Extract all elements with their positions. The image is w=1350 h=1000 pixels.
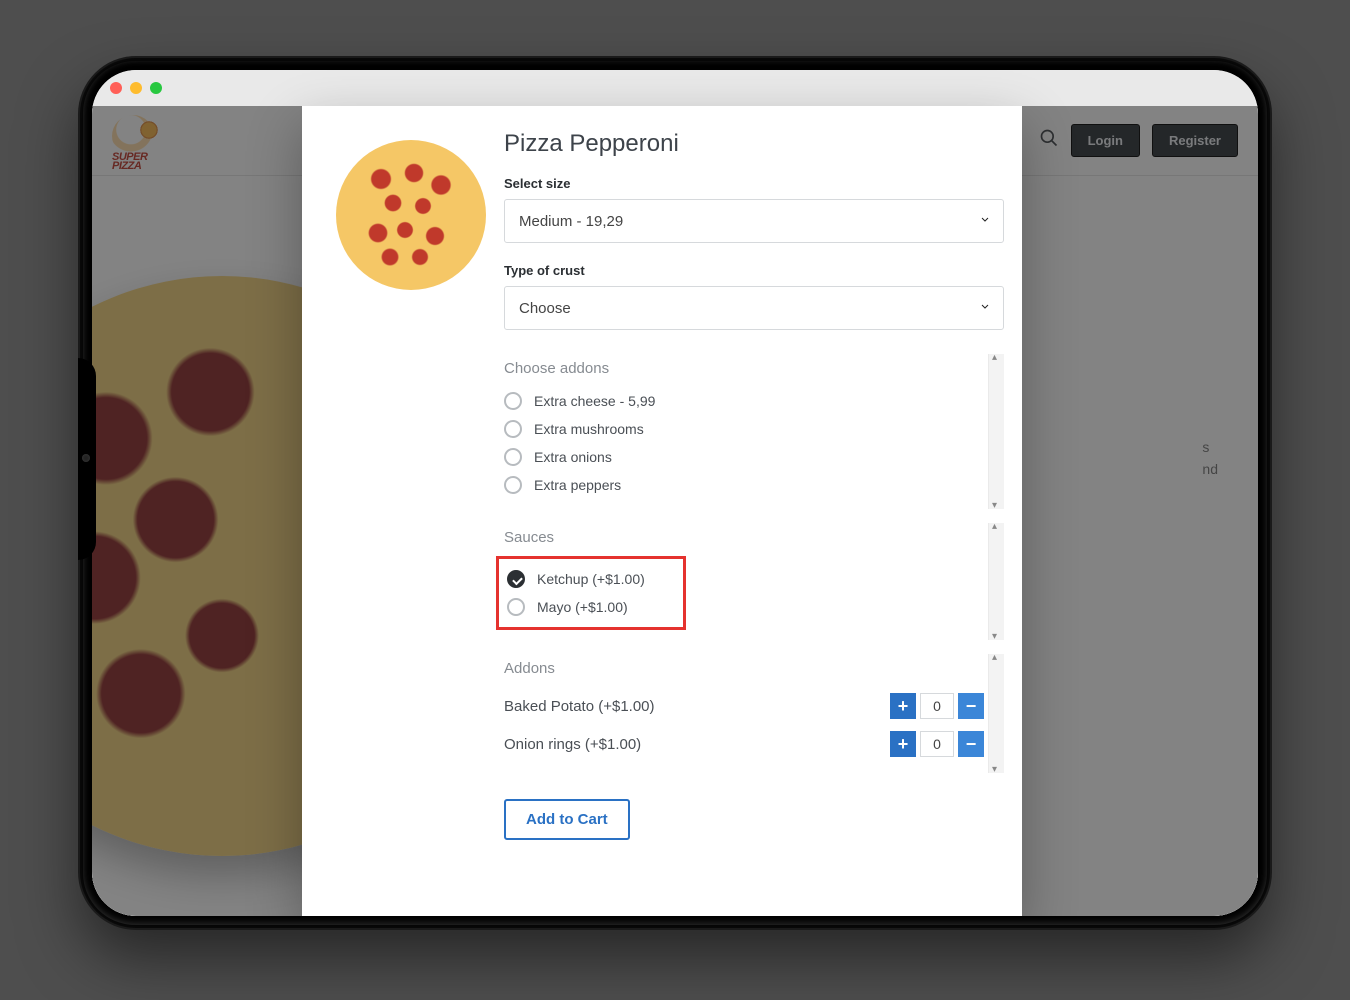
addon-option-label: Extra cheese - 5,99 [534,393,655,409]
addon-option[interactable]: Extra cheese - 5,99 [504,387,1004,415]
quantity-stepper: + 0 − [890,731,984,757]
window-chrome [92,70,1258,106]
sauces-section: Sauces Ketchup (+$1.00) Mayo (+$1.00) [504,519,1004,644]
size-select[interactable]: Medium - 19,29 [504,199,1004,243]
qty-minus-button[interactable]: − [958,731,984,757]
addon-row: Baked Potato (+$1.00) + 0 − [504,687,1004,725]
qty-value: 0 [920,693,954,719]
size-select-value: Medium - 19,29 [519,213,623,230]
extra-addons-section: Addons Baked Potato (+$1.00) + 0 − [504,650,1004,777]
sauce-option-mayo[interactable]: Mayo (+$1.00) [507,593,675,621]
tablet-notch [78,358,96,560]
radio-icon [507,570,525,588]
addon-row: Onion rings (+$1.00) + 0 − [504,725,1004,763]
crust-select-value: Choose [519,300,571,317]
chevron-down-icon [979,213,991,230]
sauces-title: Sauces [504,529,1004,546]
addon-option[interactable]: Extra mushrooms [504,415,1004,443]
qty-minus-button[interactable]: − [958,693,984,719]
minimize-dot[interactable] [130,82,142,94]
addons-title: Addons [504,660,1004,677]
sauce-option-label: Ketchup (+$1.00) [537,571,645,587]
tablet-frame: SUPER PIZZA Login Register [80,58,1270,928]
size-label: Select size [504,176,1004,191]
choose-addons-title: Choose addons [504,360,1004,377]
scrollbar[interactable] [988,354,1004,509]
choose-addons-section: Choose addons Extra cheese - 5,99 Extra … [504,350,1004,513]
quantity-stepper: + 0 − [890,693,984,719]
radio-icon [504,392,522,410]
crust-select[interactable]: Choose [504,286,1004,330]
addon-option-label: Extra mushrooms [534,421,644,437]
close-dot[interactable] [110,82,122,94]
instruction-highlight: Ketchup (+$1.00) Mayo (+$1.00) [496,556,686,630]
screen: SUPER PIZZA Login Register [92,70,1258,916]
radio-icon [507,598,525,616]
chevron-down-icon [979,300,991,317]
qty-plus-button[interactable]: + [890,693,916,719]
qty-value: 0 [920,731,954,757]
addon-option[interactable]: Extra onions [504,443,1004,471]
product-thumbnail [336,140,486,290]
qty-plus-button[interactable]: + [890,731,916,757]
product-title: Pizza Pepperoni [504,130,1004,158]
sauce-option-ketchup[interactable]: Ketchup (+$1.00) [507,565,675,593]
stage: SUPER PIZZA Login Register [0,0,1350,1000]
maximize-dot[interactable] [150,82,162,94]
addon-row-label: Onion rings (+$1.00) [504,736,641,753]
addon-option[interactable]: Extra peppers [504,471,1004,499]
viewport: SUPER PIZZA Login Register [92,106,1258,916]
addon-option-label: Extra peppers [534,477,621,493]
addon-row-label: Baked Potato (+$1.00) [504,698,655,715]
add-to-cart-button[interactable]: Add to Cart [504,799,630,840]
radio-icon [504,448,522,466]
product-form: Pizza Pepperoni Select size Medium - 19,… [504,130,1008,886]
scrollbar[interactable] [988,654,1004,773]
sauce-option-label: Mayo (+$1.00) [537,599,628,615]
radio-icon [504,420,522,438]
addon-option-label: Extra onions [534,449,612,465]
crust-label: Type of crust [504,263,1004,278]
radio-icon [504,476,522,494]
product-modal: Pizza Pepperoni Select size Medium - 19,… [302,106,1022,916]
scrollbar[interactable] [988,523,1004,640]
